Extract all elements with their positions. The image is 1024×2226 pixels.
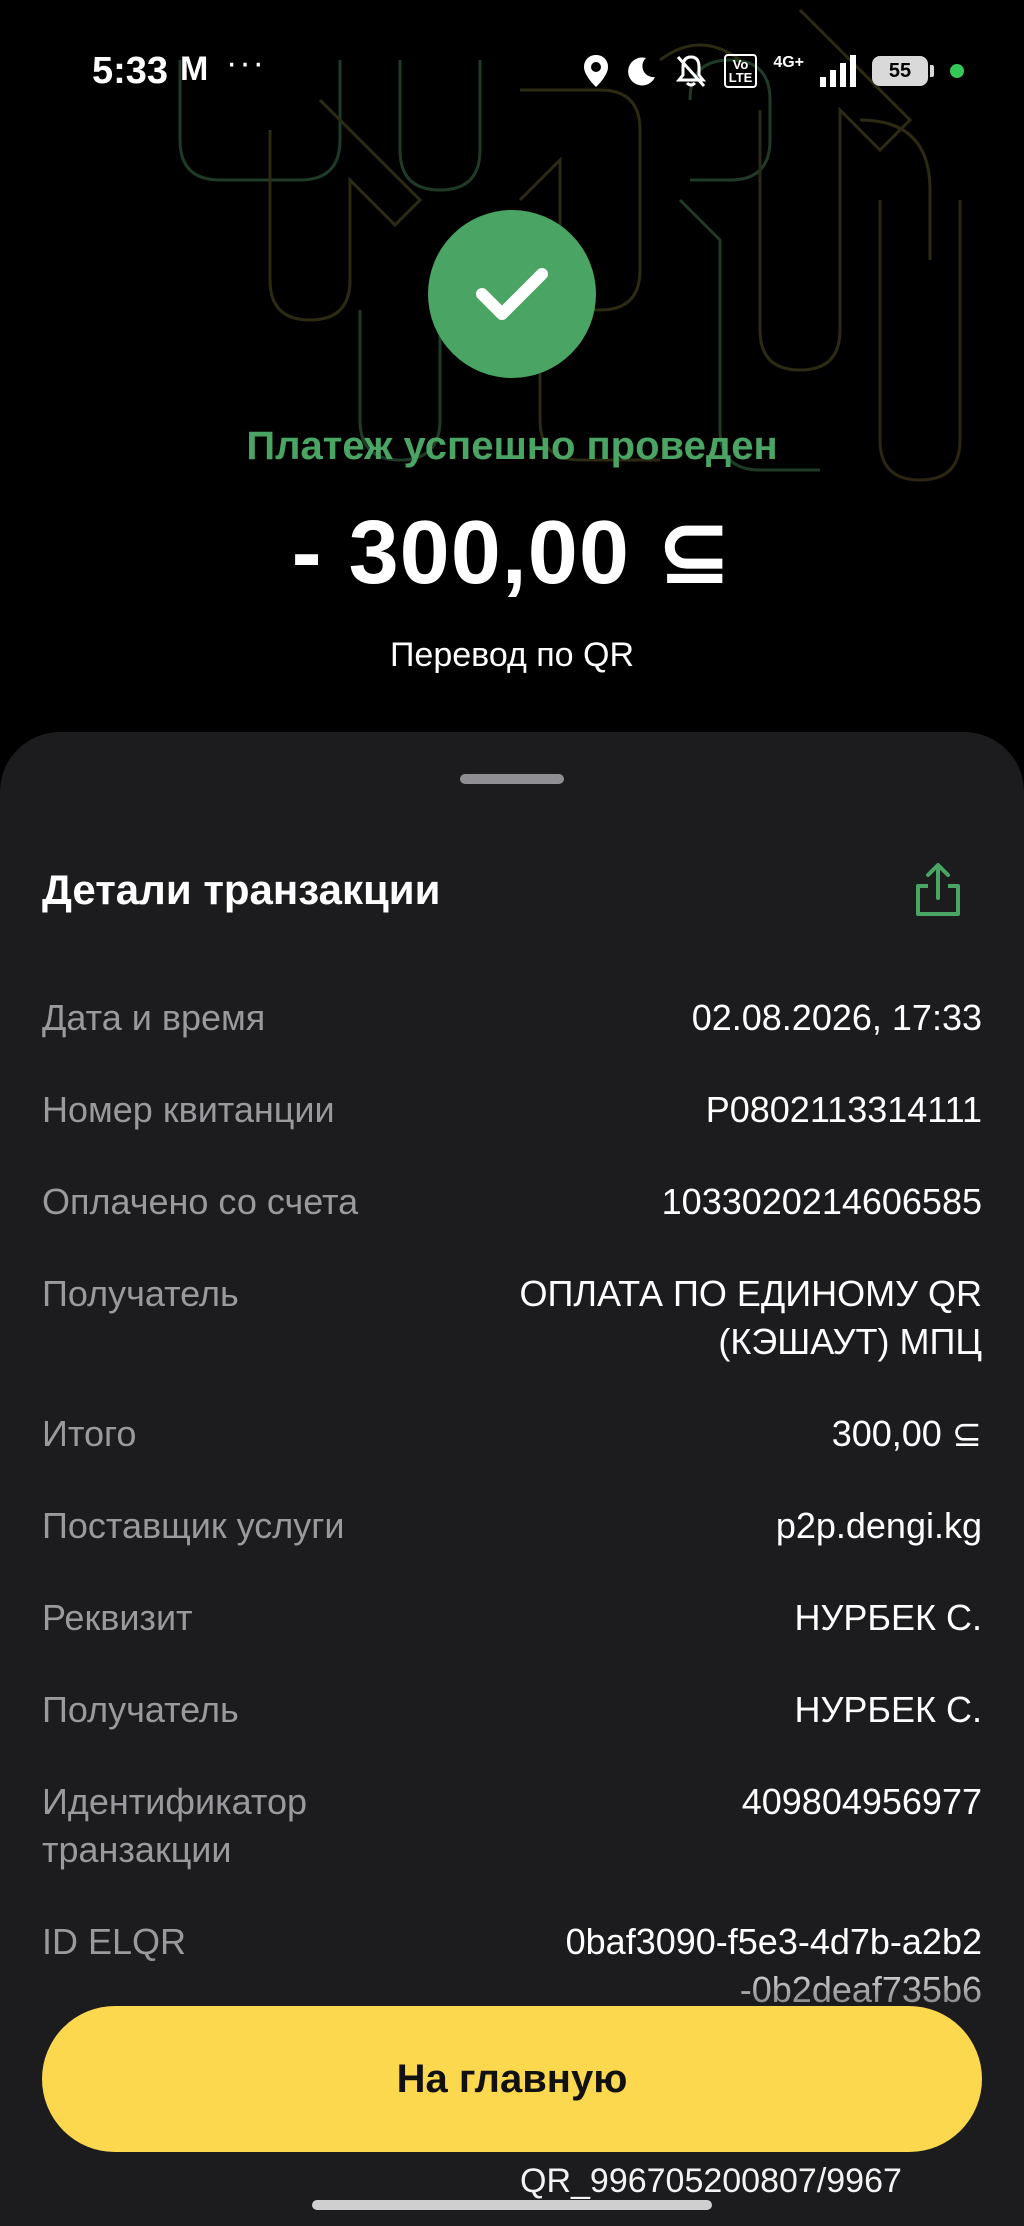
detail-value: 02.08.2026, 17:33 bbox=[691, 997, 982, 1038]
transaction-details-sheet[interactable]: Детали транзакции Дата и время 02.08.2026… bbox=[0, 732, 1024, 2226]
detail-row: Итого 300,00 ⊆ bbox=[42, 1410, 982, 1458]
detail-row: Получатель ОПЛАТА ПО ЕДИНОМУ QR (КЭШАУТ) … bbox=[42, 1270, 982, 1366]
detail-value: 1033020214606585 bbox=[661, 1181, 982, 1222]
detail-label: Получатель bbox=[42, 1689, 239, 1730]
payment-type-subtitle: Перевод по QR bbox=[389, 636, 635, 674]
share-icon[interactable] bbox=[910, 860, 966, 920]
more-notifications-icon: ··· bbox=[226, 44, 266, 82]
details-title: Детали транзакции bbox=[42, 866, 441, 913]
detail-value: P0802113314111 bbox=[705, 1089, 982, 1130]
detail-value: НУРБЕК С. bbox=[794, 1597, 983, 1638]
success-check-icon bbox=[428, 210, 596, 378]
go-home-button[interactable]: На главную bbox=[42, 2006, 982, 2152]
detail-row: Дата и время 02.08.2026, 17:33 bbox=[42, 994, 982, 1042]
status-time: 5:33 bbox=[92, 50, 169, 92]
detail-row: Идентификатор транзакции 409804956977 bbox=[42, 1778, 982, 1874]
detail-label: Дата и время bbox=[42, 997, 266, 1038]
detail-row: Оплачено со счета 1033020214606585 bbox=[42, 1178, 982, 1226]
gesture-navigation-bar[interactable] bbox=[312, 2200, 712, 2210]
notifications-muted-icon bbox=[675, 55, 706, 88]
detail-label: Поставщик услуги bbox=[42, 1505, 345, 1546]
gmail-notification-icon: M bbox=[180, 50, 209, 88]
status-bar: 5:33 M ··· Vo LTE 4G+ 55 bbox=[0, 0, 1024, 140]
detail-label: Получатель bbox=[42, 1273, 239, 1314]
detail-value: 409804956977 bbox=[741, 1781, 982, 1822]
network-type-label: 4G+ bbox=[773, 54, 804, 71]
payment-status-title: Платеж успешно проведен bbox=[246, 424, 778, 468]
detail-value: p2p.dengi.kg bbox=[775, 1505, 982, 1546]
detail-row: Получатель НУРБЕК С. bbox=[42, 1686, 982, 1734]
detail-row: Поставщик услуги p2p.dengi.kg bbox=[42, 1502, 982, 1550]
detail-label: Итого bbox=[42, 1413, 137, 1454]
detail-label: Реквизит bbox=[42, 1597, 193, 1638]
volte-icon: Vo LTE bbox=[723, 54, 758, 88]
detail-value: НУРБЕК С. bbox=[794, 1689, 983, 1730]
detail-value: ОПЛАТА ПО ЕДИНОМУ QR (КЭШАУТ) МПЦ bbox=[519, 1273, 982, 1362]
detail-row: Реквизит НУРБЕК С. bbox=[42, 1594, 982, 1642]
status-icons: Vo LTE 4G+ 55 bbox=[582, 48, 964, 94]
detail-label: Номер квитанции bbox=[42, 1089, 335, 1130]
battery-icon: 55 bbox=[872, 56, 934, 86]
sheet-drag-handle[interactable] bbox=[460, 774, 564, 784]
location-icon bbox=[583, 55, 608, 87]
privacy-indicator-dot bbox=[950, 64, 964, 78]
details-list: Дата и время 02.08.2026, 17:33 Номер квит… bbox=[42, 994, 982, 2058]
detail-label: Оплачено со счета bbox=[42, 1181, 359, 1222]
payment-amount: - 300,00 ⊆ bbox=[291, 503, 733, 603]
signal-strength-icon bbox=[820, 55, 856, 87]
do-not-disturb-moon-icon bbox=[627, 57, 655, 86]
detail-label: Идентификатор транзакции bbox=[42, 1781, 308, 1870]
detail-value: 300,00 ⊆ bbox=[831, 1413, 982, 1454]
detail-row: Номер квитанции P0802113314111 bbox=[42, 1086, 982, 1134]
partial-detail-value: QR_996705200807/9967 bbox=[520, 2162, 902, 2200]
